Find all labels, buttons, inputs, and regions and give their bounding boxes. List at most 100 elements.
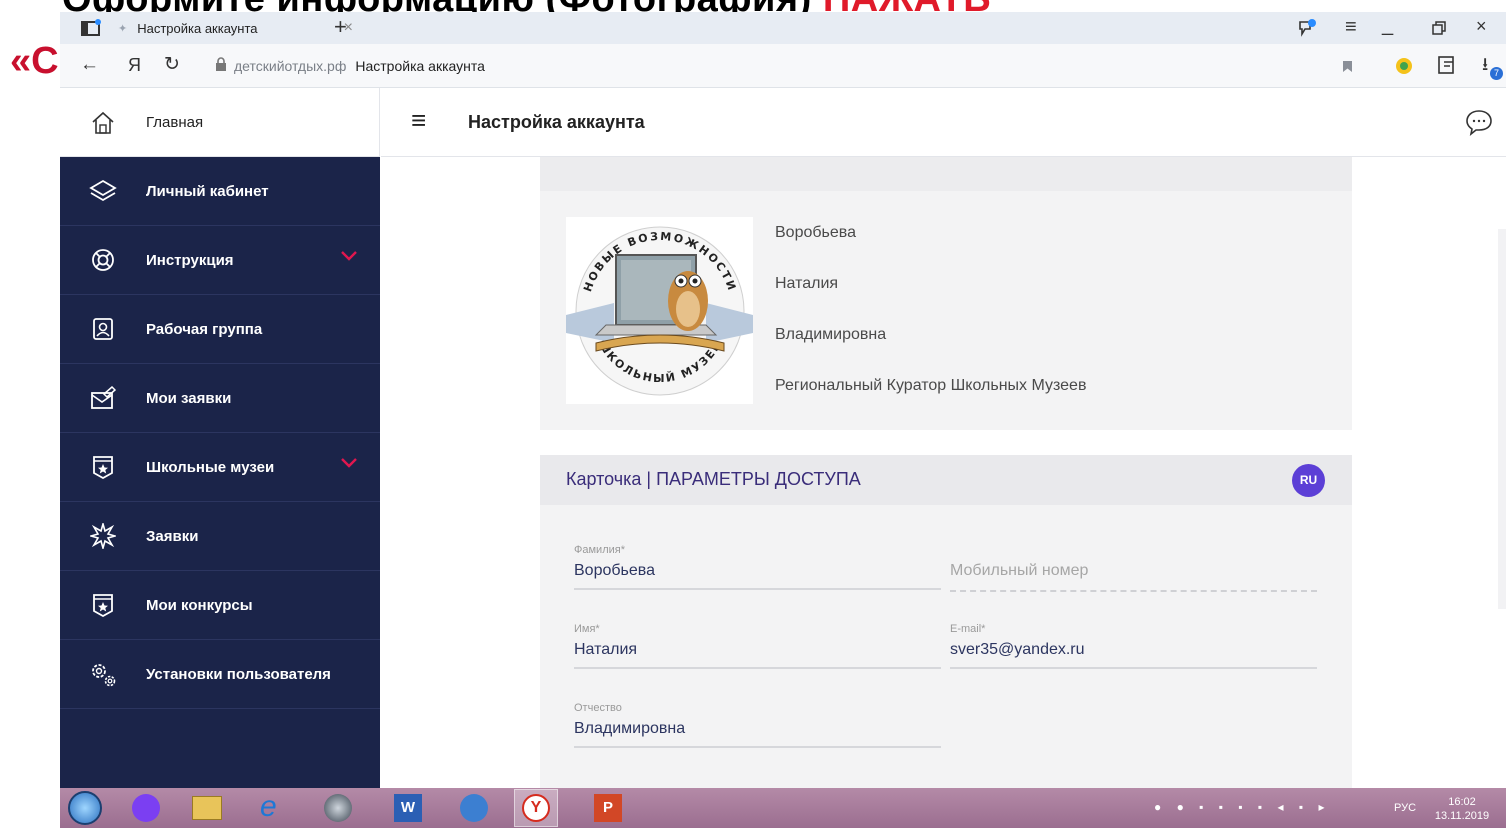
profile-last-name: Воробьева (775, 224, 856, 241)
lock-icon[interactable] (215, 57, 227, 72)
url-page: Настройка аккаунта (355, 58, 485, 74)
sidebar-item-label: Мои конкурсы (146, 596, 253, 614)
sidebar-home[interactable]: Главная (60, 88, 380, 157)
language-badge[interactable]: RU (1292, 464, 1325, 497)
extension-icon[interactable] (1395, 57, 1413, 75)
mobile-number-placeholder: Мобильный номер (950, 562, 1089, 579)
sidebar-item-cabinet[interactable]: Личный кабинет (60, 157, 380, 226)
slide-quote: «С (10, 40, 59, 82)
taskbar: e W Y P ● ● ▪ ▪ ▪ ▪ ◂ ▪ ▸ РУС 16:02 13.1… (60, 788, 1506, 828)
star-badge-icon (60, 593, 146, 617)
lifebuoy-icon (60, 248, 146, 272)
card-header: Карточка | ПАРАМЕТРЫ ДОСТУПА RU (540, 455, 1352, 505)
browser-tab-bar: ✦ Настройка аккаунта × + ≡ _ × (60, 12, 1506, 44)
patronymic-label: Отчество (574, 702, 622, 714)
profile-photo[interactable]: НОВЫЕ ВОЗМОЖНОСТИ ШКОЛЬНЫЙ МУЗЕЙ (566, 217, 753, 404)
menu-icon[interactable]: ≡ (1345, 16, 1357, 39)
hamburger-menu-icon[interactable]: ≡ (411, 105, 426, 135)
mobile-number-field[interactable]: . Мобильный номер (950, 544, 1317, 592)
chat-icon[interactable] (1464, 108, 1494, 136)
profile-first-name: Наталия (775, 275, 839, 292)
profile-role: Региональный Куратор Школьных Музеев (775, 377, 1087, 394)
internet-explorer-icon[interactable]: e (260, 790, 277, 824)
badge-icon (60, 317, 146, 341)
sidebar-item-label: Мои заявки (146, 389, 232, 407)
speaker-app-icon[interactable] (460, 794, 488, 822)
powerpoint-icon[interactable]: P (594, 794, 622, 822)
sidebar-item-label: Рабочая группа (146, 320, 263, 338)
sidebar-item-label: Заявки (146, 527, 199, 545)
school-museum-logo: НОВЫЕ ВОЗМОЖНОСТИ ШКОЛЬНЫЙ МУЗЕЙ (566, 226, 753, 396)
first-name-field[interactable]: Имя* Наталия (574, 623, 941, 669)
patronymic-value: Владимировна (574, 720, 686, 737)
address-bar: ← Я ↻ детскийотдых.рф Настройка аккаунта… (60, 44, 1506, 88)
panel-top-sliver (540, 157, 1352, 191)
restore-icon[interactable] (1432, 21, 1446, 35)
app-header: ≡ Настройка аккаунта (381, 88, 1506, 157)
sidebar-item-label: Инструкция (146, 251, 234, 269)
collections-icon[interactable] (1436, 54, 1458, 76)
browser-tab[interactable]: ✦ Настройка аккаунта × (118, 12, 353, 44)
first-name-value: Наталия (574, 641, 638, 658)
alice-icon[interactable] (132, 794, 160, 822)
side-scroll-panel[interactable] (1498, 229, 1506, 609)
first-name-label: Имя* (574, 623, 600, 635)
sidebar-item-school-museums[interactable]: Школьные музеи (60, 433, 380, 502)
yandex-icon[interactable]: Я (128, 55, 141, 76)
sidebar-item-label: Установки пользователя (146, 665, 331, 683)
tabs-panel-icon[interactable] (80, 19, 102, 37)
yandex-browser-icon: Y (522, 794, 550, 822)
card-title: Карточка | ПАРАМЕТРЫ ДОСТУПА (566, 469, 861, 489)
home-icon (92, 111, 114, 134)
last-name-value: Воробьева (574, 562, 655, 579)
email-field[interactable]: E-mail* sver35@yandex.ru (950, 623, 1317, 669)
tab-favicon-icon: ✦ (118, 22, 128, 35)
mail-edit-icon (60, 386, 146, 410)
burst-icon (60, 523, 146, 549)
access-card-panel: Карточка | ПАРАМЕТРЫ ДОСТУПА RU Фамилия*… (540, 455, 1352, 788)
clock-date[interactable]: 13.11.2019 (1432, 810, 1492, 822)
clock-time[interactable]: 16:02 (1442, 796, 1482, 808)
word-icon[interactable]: W (394, 794, 422, 822)
downloads-count: 7 (1490, 67, 1503, 80)
chevron-down-icon[interactable] (340, 457, 358, 469)
new-tab-icon[interactable]: + (334, 14, 347, 40)
yandex-browser-taskbar-button[interactable]: Y (514, 789, 558, 827)
reload-icon[interactable]: ↻ (164, 53, 180, 76)
sidebar: Личный кабинет Инструкция Рабочая группа… (60, 157, 380, 788)
sidebar-item-label: Личный кабинет (146, 182, 269, 200)
sidebar-item-user-settings[interactable]: Установки пользователя (60, 640, 380, 709)
sidebar-item-my-applications[interactable]: Мои заявки (60, 364, 380, 433)
sidebar-item-my-contests[interactable]: Мои конкурсы (60, 571, 380, 640)
system-tray-icons[interactable]: ● ● ▪ ▪ ▪ ▪ ◂ ▪ ▸ (1154, 800, 1330, 814)
file-explorer-icon[interactable] (192, 796, 222, 820)
url-field[interactable]: детскийотдых.рф Настройка аккаунта (234, 44, 485, 88)
url-domain: детскийотдых.рф (234, 58, 347, 74)
downloads-icon[interactable]: ⭳ 7 (1480, 52, 1504, 80)
layers-icon (60, 178, 146, 204)
profile-panel: НОВЫЕ ВОЗМОЖНОСТИ ШКОЛЬНЫЙ МУЗЕЙ Воробье… (540, 191, 1352, 430)
input-language[interactable]: РУС (1394, 802, 1416, 814)
bookmark-icon[interactable] (1342, 60, 1353, 73)
page-title: Настройка аккаунта (468, 112, 645, 132)
email-label: E-mail* (950, 623, 986, 635)
sidebar-item-applications[interactable]: Заявки (60, 502, 380, 571)
sidebar-item-working-group[interactable]: Рабочая группа (60, 295, 380, 364)
start-button-icon[interactable] (68, 791, 102, 825)
sidebar-item-label: Школьные музеи (146, 458, 275, 476)
email-value: sver35@yandex.ru (950, 641, 1085, 658)
star-badge-icon (60, 455, 146, 479)
last-name-field[interactable]: Фамилия* Воробьева (574, 544, 941, 590)
last-name-label: Фамилия* (574, 544, 625, 556)
sidebar-item-instruction[interactable]: Инструкция (60, 226, 380, 295)
alice-mic-icon[interactable] (1296, 18, 1318, 38)
profile-patronymic: Владимировна (775, 326, 887, 343)
tab-title: Настройка аккаунта (137, 20, 258, 36)
close-window-icon[interactable]: × (1476, 16, 1487, 37)
media-icon[interactable] (324, 794, 352, 822)
back-icon[interactable]: ← (80, 54, 99, 76)
minimize-icon[interactable]: _ (1382, 14, 1393, 37)
gears-icon (60, 660, 146, 688)
chevron-down-icon[interactable] (340, 250, 358, 262)
patronymic-field[interactable]: Отчество Владимировна (574, 702, 941, 748)
